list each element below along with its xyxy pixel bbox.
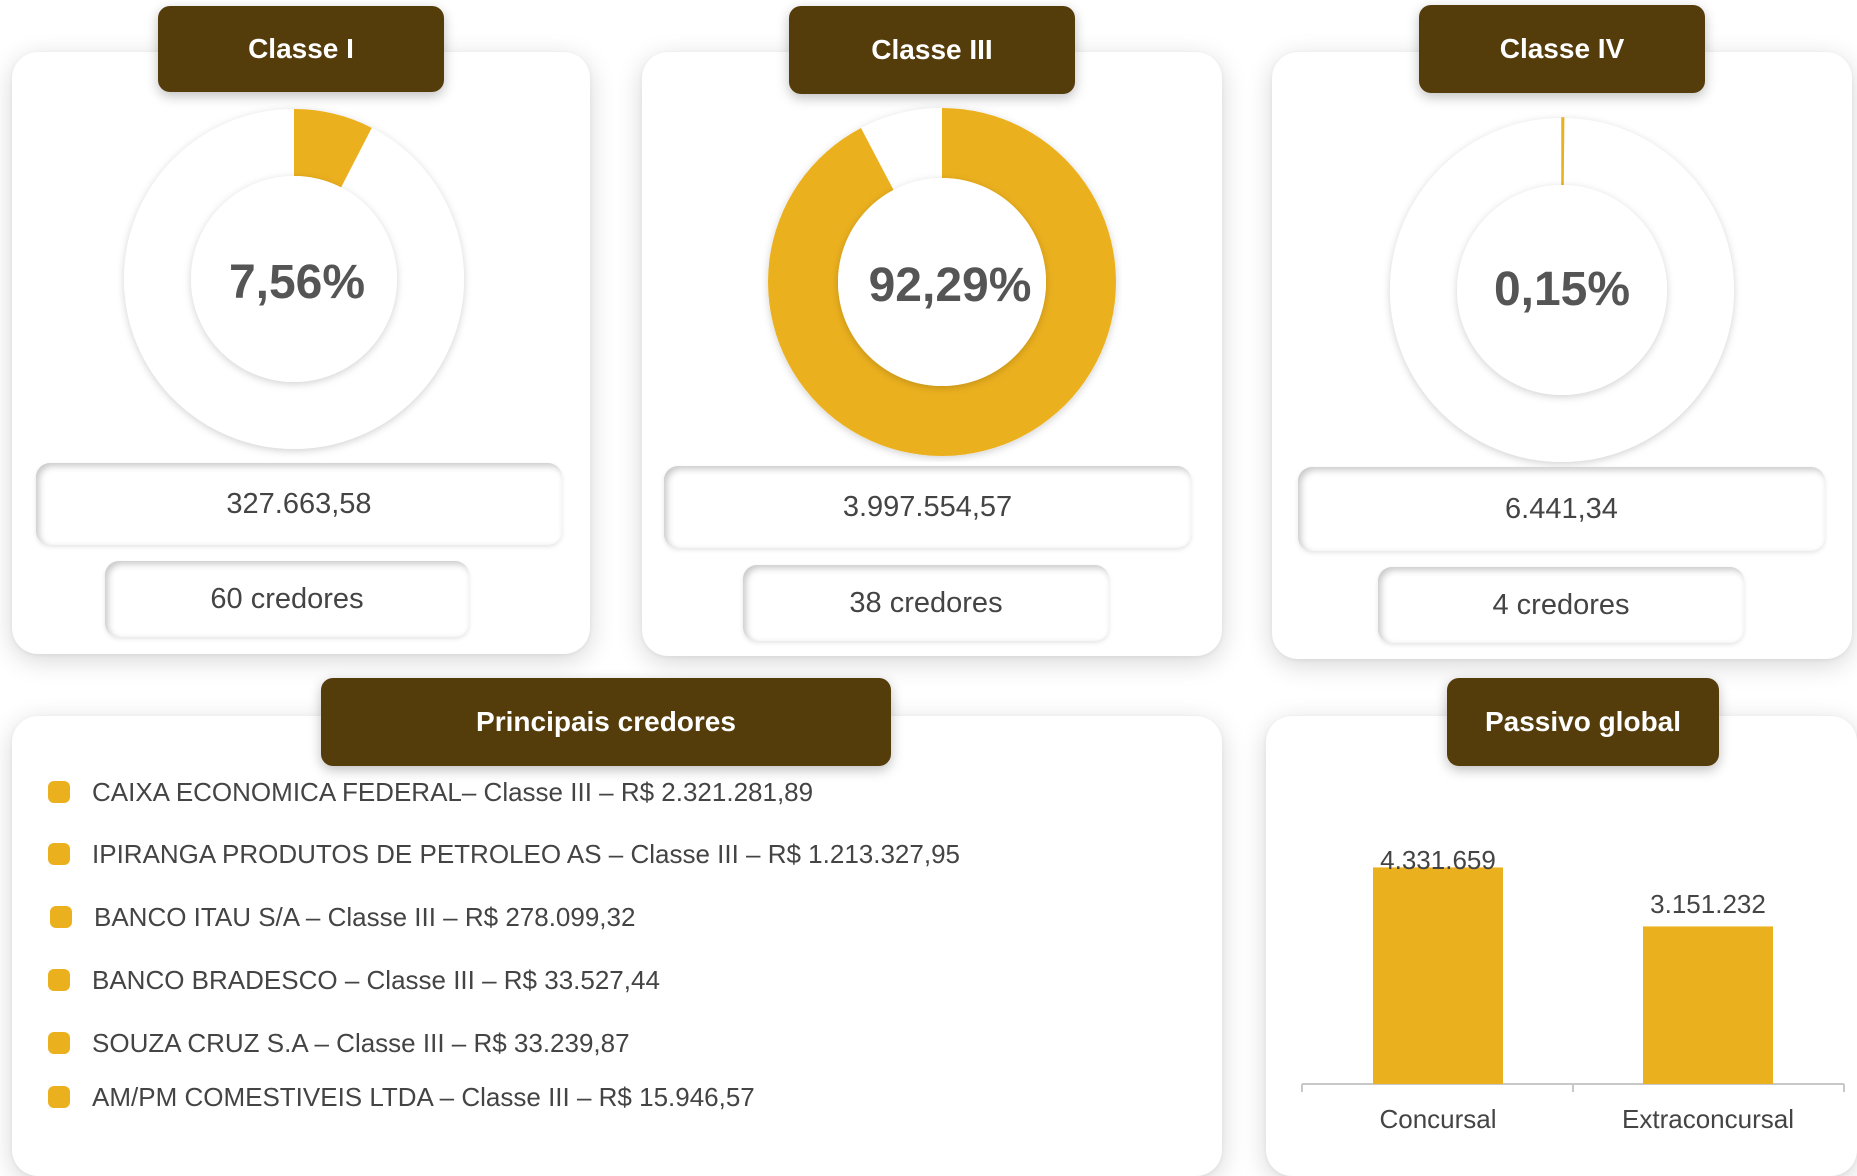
bullet-icon — [50, 906, 72, 928]
x-tick-label: Extraconcursal — [1622, 1104, 1794, 1134]
creditor-item: AM/PM COMESTIVEIS LTDA – Classe III – R$… — [48, 1082, 755, 1112]
class-3-creditors: 38 credores — [743, 565, 1109, 641]
bullet-icon — [48, 1086, 70, 1108]
x-tick-label: Concursal — [1379, 1104, 1497, 1134]
creditor-item: SOUZA CRUZ S.A – Classe III – R$ 33.239,… — [48, 1023, 630, 1063]
bar-extraconcursal — [1643, 926, 1773, 1084]
class-4-percent: 0,15% — [1493, 263, 1631, 316]
bullet-icon — [48, 781, 70, 803]
passivo-header: Passivo global — [1447, 678, 1719, 766]
bar-value-label: 4.331.659 — [1380, 845, 1496, 875]
principais-card: CAIXA ECONOMICA FEDERAL– Classe III – R$… — [12, 716, 1222, 1176]
class-3-percent: 92,29% — [868, 259, 1032, 312]
creditor-item: BANCO BRADESCO – Classe III – R$ 33.527,… — [48, 960, 660, 1000]
class-1-creditors: 60 credores — [105, 561, 469, 637]
class-3-header: Classe III — [789, 6, 1075, 94]
creditor-item: IPIRANGA PRODUTOS DE PETROLEO AS – Class… — [48, 834, 960, 874]
passivo-bar-chart — [1301, 867, 1845, 1092]
class-1-header: Classe I — [158, 6, 444, 92]
bullet-icon — [48, 1032, 70, 1054]
bullet-icon — [48, 969, 70, 991]
class-4-header: Classe IV — [1419, 5, 1705, 93]
class-1-percent: 7,56% — [228, 256, 366, 309]
class-4-amount: 6.441,34 — [1298, 467, 1825, 551]
principais-header: Principais credores — [321, 678, 891, 766]
class-3-amount: 3.997.554,57 — [664, 466, 1191, 548]
bar-concursal — [1373, 867, 1503, 1084]
class-4-creditors: 4 credores — [1378, 567, 1744, 643]
class-1-amount: 327.663,58 — [36, 463, 562, 545]
bar-value-label: 3.151.232 — [1650, 889, 1766, 919]
bullet-icon — [48, 843, 70, 865]
creditor-item: BANCO ITAU S/A – Classe III – R$ 278.099… — [50, 897, 635, 937]
donut-segment — [1561, 117, 1565, 186]
creditor-item: CAIXA ECONOMICA FEDERAL– Classe III – R$… — [48, 772, 813, 812]
